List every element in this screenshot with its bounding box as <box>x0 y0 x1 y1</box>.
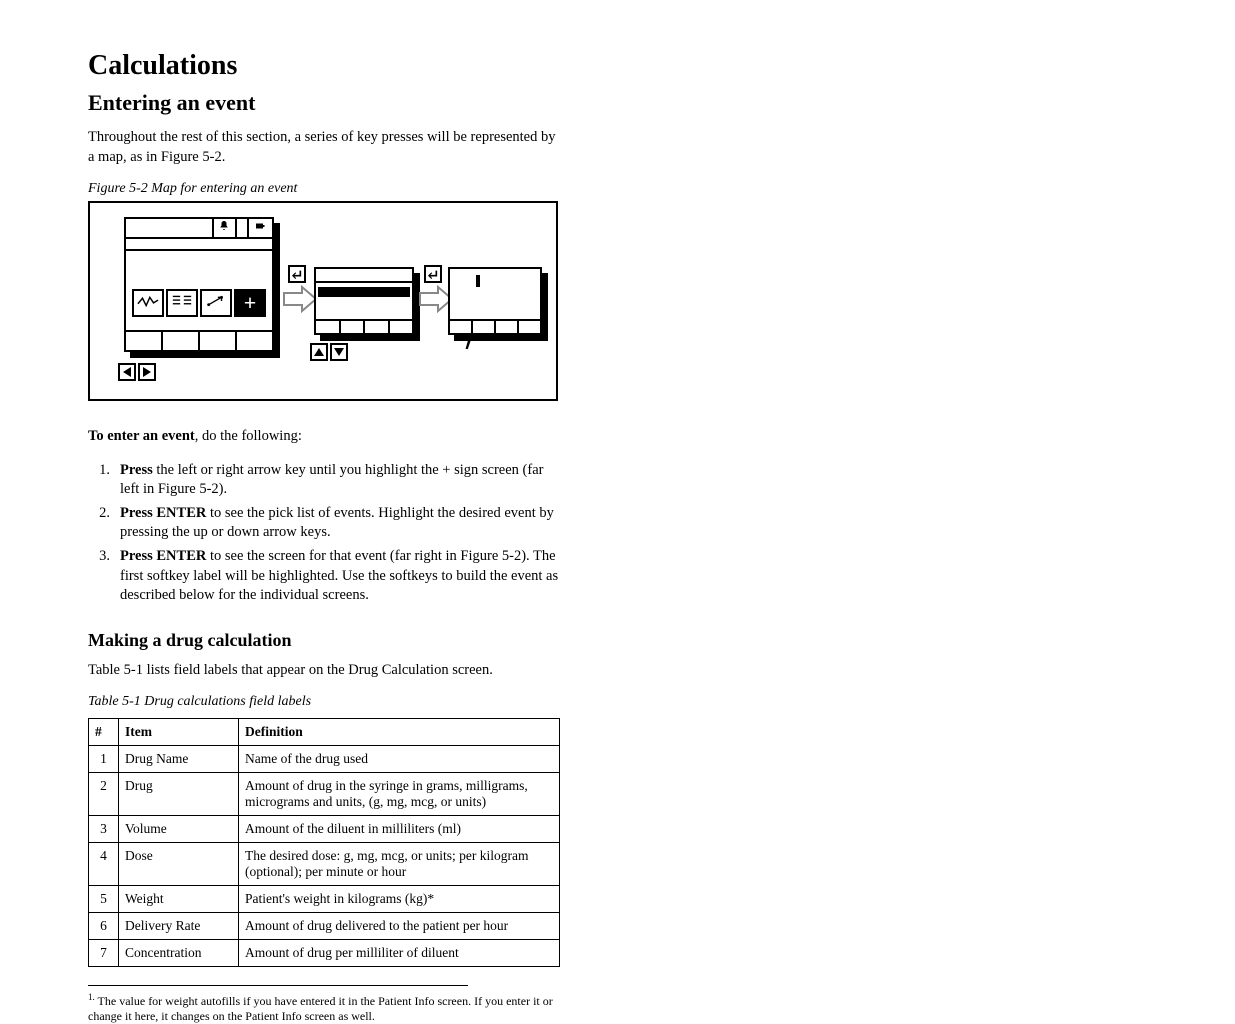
footnote-rule <box>88 985 468 986</box>
figure-map: + <box>88 201 558 401</box>
subsection-paragraph: Table 5-1 lists field labels that appear… <box>88 661 560 681</box>
step-3: 3. Press ENTER to see the screen for tha… <box>88 547 560 606</box>
table-row: 2DrugAmount of drug in the syringe in gr… <box>89 773 560 816</box>
tab-plus[interactable]: + <box>234 289 266 317</box>
up-arrow-key-icon <box>310 343 328 361</box>
enter-key-icon <box>288 265 306 283</box>
list-icon <box>171 293 193 314</box>
subsection-heading: Making a drug calculation <box>88 630 560 651</box>
arrow-keys-lr <box>118 363 156 381</box>
table-header-row: # Item Definition <box>89 719 560 746</box>
step-1: 1. Press the left or right arrow key unt… <box>88 461 560 500</box>
waveform-icon <box>137 294 159 313</box>
drug-table: # Item Definition 1Drug NameName of the … <box>88 718 560 967</box>
table-row: 4DoseThe desired dose: g, mg, mcg, or un… <box>89 843 560 886</box>
table-row: 1Drug NameName of the drug used <box>89 746 560 773</box>
table-row: 6Delivery RateAmount of drug delivered t… <box>89 913 560 940</box>
arrow-right-icon <box>282 285 318 313</box>
page-title: Calculations <box>88 50 560 82</box>
table-caption: Table 5-1 Drug calculations field labels <box>88 694 560 710</box>
enter-key-icon <box>424 265 442 283</box>
screen-picklist <box>314 267 414 335</box>
subtitle: Entering an event <box>88 90 560 116</box>
bell-icon <box>218 219 230 237</box>
screen-event <box>448 267 542 335</box>
tab-waveform[interactable] <box>132 289 164 317</box>
screen-main: + <box>124 217 274 352</box>
down-arrow-key-icon <box>330 343 348 361</box>
picklist-highlight <box>318 287 410 297</box>
footnote: 1. The value for weight autofills if you… <box>88 992 560 1024</box>
text-cursor-icon <box>476 275 480 287</box>
tab-vector[interactable] <box>200 289 232 317</box>
table-row: 3VolumeAmount of the diluent in millilit… <box>89 816 560 843</box>
arrow-keys-ud <box>310 343 348 361</box>
vector-icon <box>205 293 227 314</box>
battery-icon <box>254 219 266 237</box>
table-row: 5WeightPatient's weight in kilograms (kg… <box>89 886 560 913</box>
tab-list[interactable] <box>166 289 198 317</box>
figure-caption: Figure 5-2 Map for entering an event <box>88 181 560 197</box>
right-arrow-key-icon <box>138 363 156 381</box>
step-2: 2. Press ENTER to see the pick list of e… <box>88 504 560 543</box>
table-row: 7ConcentrationAmount of drug per millili… <box>89 940 560 967</box>
plus-icon: + <box>244 292 257 314</box>
intro-paragraph: Throughout the rest of this section, a s… <box>88 128 560 167</box>
instruction-line: To enter an event, do the following: <box>88 427 560 447</box>
left-arrow-key-icon <box>118 363 136 381</box>
